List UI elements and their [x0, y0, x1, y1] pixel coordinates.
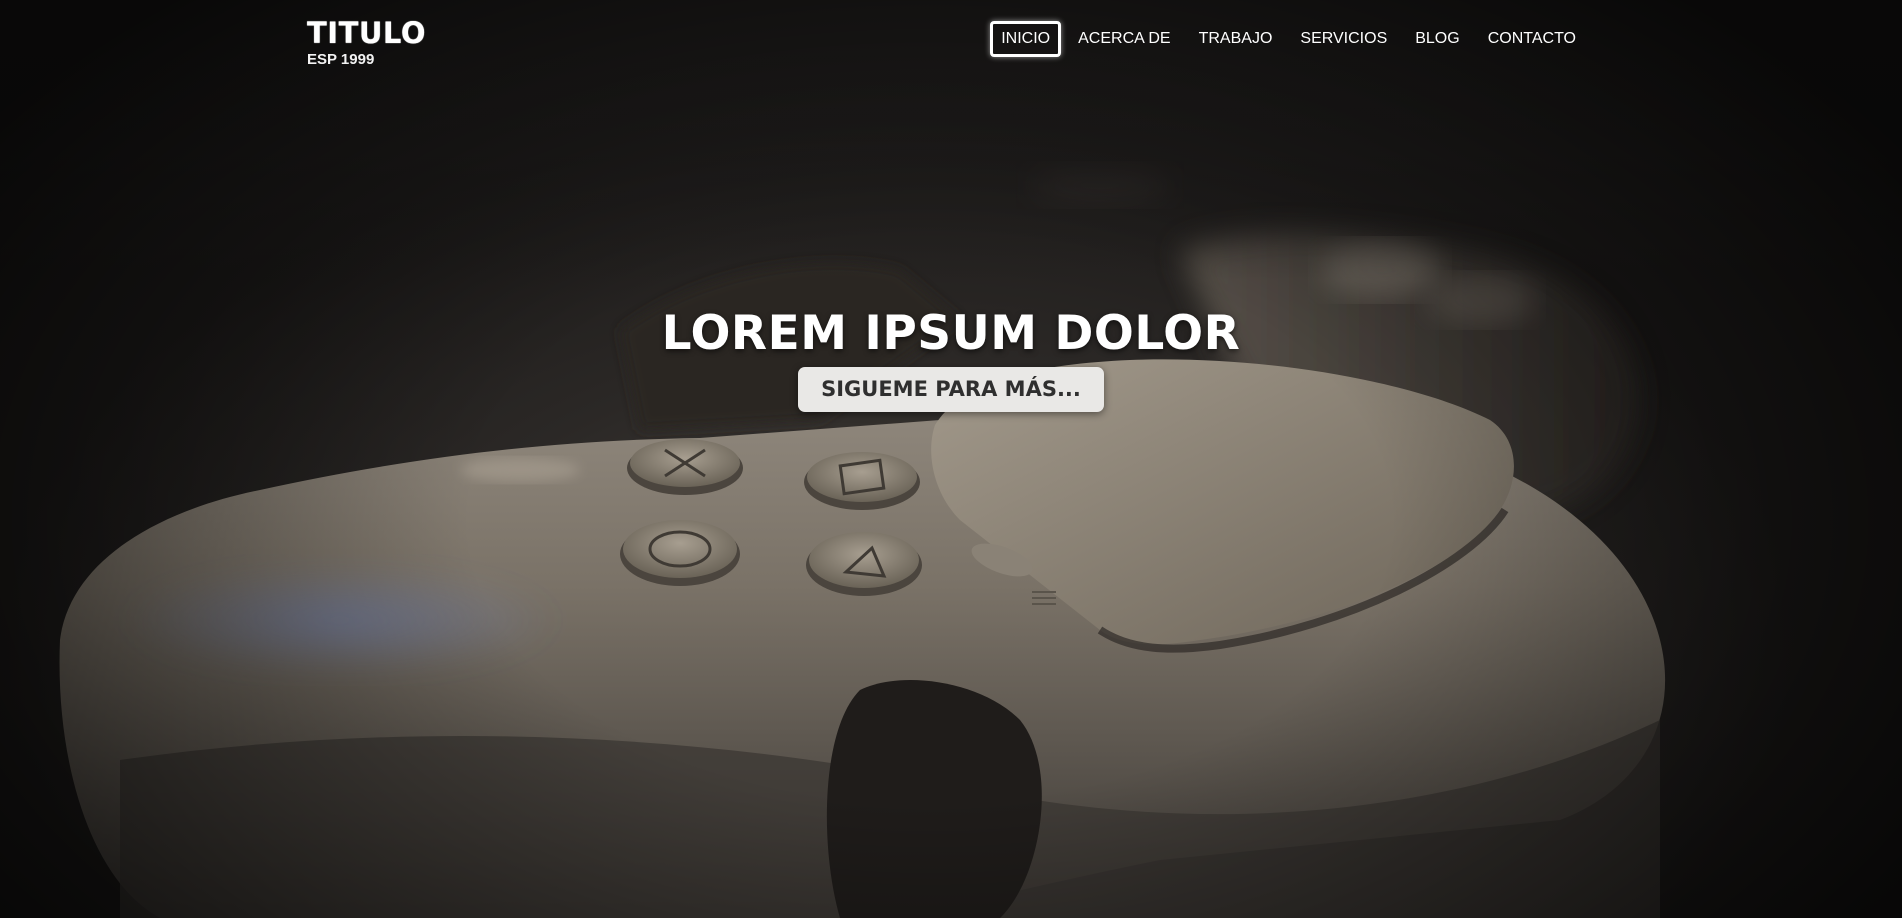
hero-section: TITULO ESP 1999 INICIO ACERCA DE TRABAJO… [0, 0, 1902, 918]
site-header: TITULO ESP 1999 INICIO ACERCA DE TRABAJO… [307, 16, 1587, 76]
hero-background-image [59, 165, 1666, 918]
nav-item-servicios[interactable]: SERVICIOS [1289, 21, 1398, 57]
nav-item-contacto[interactable]: CONTACTO [1477, 21, 1587, 57]
brand-title: TITULO [307, 16, 426, 50]
nav-item-inicio[interactable]: INICIO [990, 21, 1062, 57]
main-nav: INICIO ACERCA DE TRABAJO SERVICIOS BLOG … [990, 21, 1587, 57]
nav-item-trabajo[interactable]: TRABAJO [1188, 21, 1284, 57]
brand-logo[interactable]: TITULO ESP 1999 [307, 16, 426, 69]
brand-subtitle: ESP 1999 [307, 51, 375, 68]
follow-me-button[interactable]: SIGUEME PARA MÁS... [798, 367, 1104, 412]
hero-title: LOREM IPSUM DOLOR [661, 306, 1241, 361]
nav-item-acerca-de[interactable]: ACERCA DE [1067, 21, 1181, 57]
nav-item-blog[interactable]: BLOG [1404, 21, 1470, 57]
